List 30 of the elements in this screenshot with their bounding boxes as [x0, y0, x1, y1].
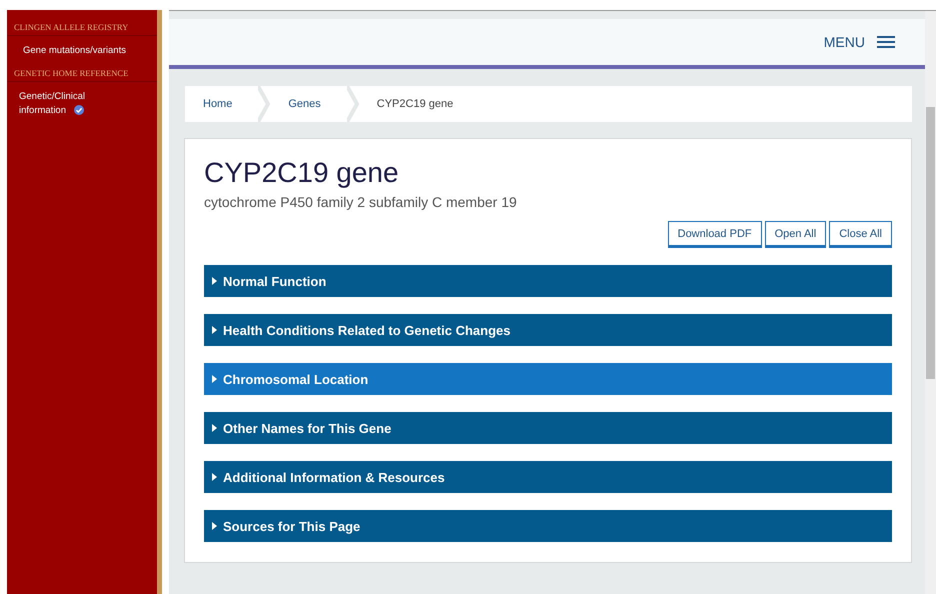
breadcrumb-current: CYP2C19 gene: [376, 97, 454, 112]
breadcrumb-separator-icon: [258, 86, 270, 122]
breadcrumb-link[interactable]: Genes: [270, 86, 347, 122]
accordion-header[interactable]: Chromosomal Location: [204, 363, 892, 395]
scrollbar[interactable]: [925, 11, 936, 594]
expand-arrow-icon: [212, 473, 217, 481]
accordion-header[interactable]: Sources for This Page: [204, 510, 892, 542]
action-button[interactable]: Open All: [764, 221, 826, 248]
breadcrumb-link[interactable]: Home: [185, 86, 258, 122]
expand-arrow-icon: [212, 424, 217, 432]
breadcrumb-separator-icon: [346, 86, 359, 122]
sidebar-heading: GENETIC HOME REFERENCE: [7, 68, 157, 82]
menu-button[interactable]: MENU: [824, 34, 895, 50]
menu-icon: [877, 36, 895, 48]
expand-arrow-icon: [212, 522, 217, 530]
accordion-header[interactable]: Additional Information & Resources: [204, 461, 892, 493]
expand-arrow-icon: [212, 326, 217, 334]
accordion-header[interactable]: Other Names for This Gene: [204, 412, 892, 444]
accordion-header[interactable]: Health Conditions Related to Genetic Changes: [204, 314, 892, 346]
sidebar-heading: CLINGEN ALLELE REGISTRY: [7, 22, 157, 36]
page-title: CYP2C19 gene: [204, 157, 400, 189]
expand-arrow-icon: [212, 277, 217, 285]
scrollbar-thumb[interactable]: [926, 107, 935, 379]
accordion-header[interactable]: Normal Function: [204, 265, 892, 297]
sidebar-link[interactable]: Gene mutations/variants: [7, 44, 157, 58]
expand-arrow-icon: [212, 375, 217, 383]
action-button[interactable]: Download PDF: [668, 221, 762, 248]
page-subtitle: cytochrome P450 family 2 subfamily C member 19: [204, 194, 518, 210]
sidebar-link[interactable]: Genetic/Clinical information: [7, 90, 99, 118]
action-button[interactable]: Close All: [829, 221, 892, 248]
